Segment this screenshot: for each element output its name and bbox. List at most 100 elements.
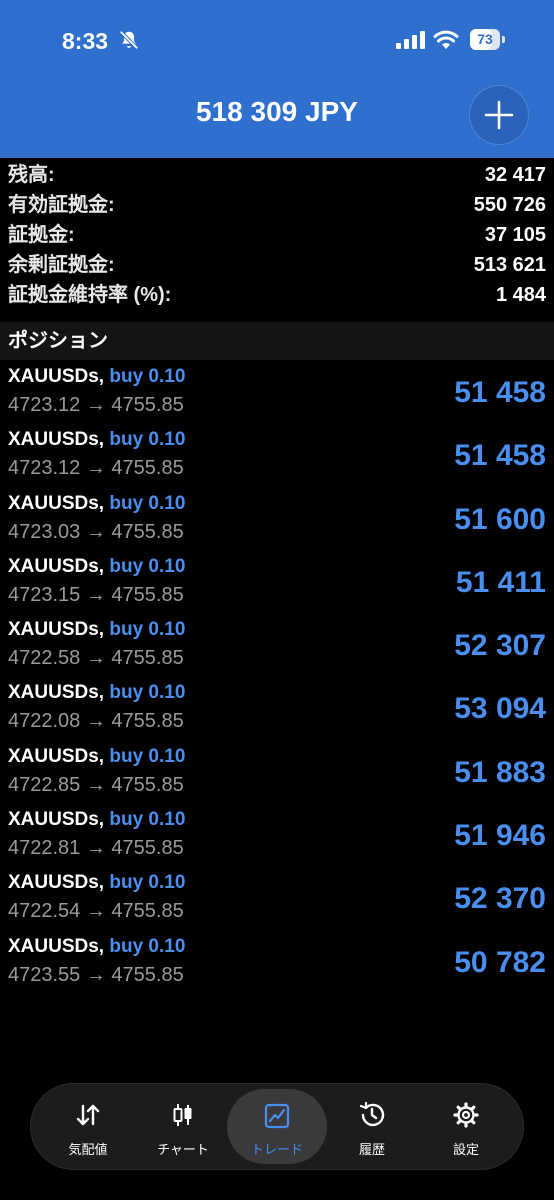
symbol-text: XAUUSDs, (8, 872, 105, 894)
position-prices: 4723.55 → 4755.85 (8, 963, 184, 986)
symbol-text: XAUUSDs, (8, 492, 105, 514)
position-symbol: XAUUSDs, buy 0.10 (8, 366, 185, 388)
tab-label: 気配値 (68, 1142, 108, 1157)
symbol-text: XAUUSDs, (8, 935, 105, 957)
tab-history[interactable]: 履歴 (322, 1083, 422, 1170)
battery-nub (502, 36, 505, 43)
position-side: buy 0.10 (109, 429, 186, 451)
summary-label: 余剰証拠金: (8, 254, 115, 276)
summary-row-free-margin: 余剰証拠金: 513 621 (0, 250, 554, 280)
summary-value: 37 105 (484, 224, 546, 246)
candlestick-chart-icon (173, 1104, 192, 1126)
account-summary: 残高: 32 417 有効証拠金: 550 726 証拠金: 37 105 余剰… (0, 160, 554, 310)
positions-title: ポジション (8, 330, 108, 352)
position-prices: 4723.12 → 4755.85 (8, 394, 184, 416)
trade-chart-icon (264, 1103, 290, 1129)
summary-row-margin: 証拠金: 37 105 (0, 220, 554, 250)
position-prices: 4722.85 → 4755.85 (8, 773, 184, 796)
bottom-tab-bar: 気配値 チャート トレード 履歴 設定 (30, 1083, 524, 1170)
summary-label: 証拠金: (8, 224, 75, 246)
position-prices: 4723.15 → 4755.85 (8, 583, 184, 606)
signal-icon (396, 31, 425, 49)
position-prices: 4722.81 → 4755.85 (8, 837, 184, 860)
position-profit: 51 946 (454, 819, 546, 853)
position-profit: 50 782 (454, 945, 546, 979)
summary-row-margin-level: 証拠金維持率 (%): 1 484 (0, 280, 554, 310)
position-symbol: XAUUSDs, buy 0.10 (8, 619, 185, 641)
quotes-arrows-icon (76, 1104, 100, 1126)
bell-slash-icon (119, 30, 139, 50)
position-side: buy 0.10 (109, 366, 186, 387)
status-time: 8:33 (62, 28, 109, 54)
position-profit: 51 458 (454, 439, 546, 473)
position-side: buy 0.10 (109, 555, 186, 577)
battery-icon: 73 (470, 29, 506, 50)
symbol-text: XAUUSDs, (8, 619, 105, 641)
position-row[interactable]: XAUUSDs, buy 0.10 4722.54 → 4755.85 52 3… (0, 868, 554, 931)
summary-label: 有効証拠金: (8, 194, 115, 216)
header-bar: 8:33 73 518 309 JPY (0, 0, 554, 158)
position-row[interactable]: XAUUSDs, buy 0.10 4723.55 → 4755.85 50 7… (0, 932, 554, 995)
position-row[interactable]: XAUUSDs, buy 0.10 4723.15 → 4755.85 51 4… (0, 552, 554, 615)
position-prices: 4723.12 → 4755.85 (8, 457, 184, 480)
symbol-text: XAUUSDs, (8, 682, 105, 704)
position-row[interactable]: XAUUSDs, buy 0.10 4723.03 → 4755.85 51 6… (0, 489, 554, 552)
summary-value: 1 484 (495, 284, 546, 306)
summary-row-equity: 有効証拠金: 550 726 (0, 190, 554, 220)
symbol-text: XAUUSDs, (8, 745, 105, 767)
position-profit: 52 370 (454, 882, 546, 916)
position-row[interactable]: XAUUSDs, buy 0.10 4722.08 → 4755.85 53 0… (0, 678, 554, 741)
position-profit: 53 094 (454, 692, 546, 726)
position-row[interactable]: XAUUSDs, buy 0.10 4722.81 → 4755.85 51 9… (0, 805, 554, 868)
position-symbol: XAUUSDs, buy 0.10 (8, 936, 185, 958)
position-side: buy 0.10 (109, 809, 186, 831)
position-symbol: XAUUSDs, buy 0.10 (8, 872, 185, 894)
summary-value: 550 726 (473, 194, 546, 216)
tab-label: 履歴 (358, 1142, 385, 1157)
position-profit: 51 600 (454, 502, 546, 536)
position-prices: 4722.54 → 4755.85 (8, 900, 184, 923)
symbol-text: XAUUSDs, (8, 555, 105, 577)
tab-label: トレード (250, 1142, 303, 1157)
position-side: buy 0.10 (109, 745, 186, 767)
tab-label: チャート (157, 1142, 209, 1157)
position-row[interactable]: XAUUSDs, buy 0.10 4723.12 → 4755.85 51 4… (0, 425, 554, 488)
summary-row-balance: 残高: 32 417 (0, 160, 554, 190)
position-side: buy 0.10 (109, 872, 186, 894)
symbol-text: XAUUSDs, (8, 809, 105, 831)
battery-percentage: 73 (477, 31, 493, 47)
symbol-text: XAUUSDs, (8, 429, 105, 451)
positions-list: XAUUSDs, buy 0.10 4723.12 → 4755.85 51 4… (0, 362, 554, 995)
position-symbol: XAUUSDs, buy 0.10 (8, 746, 185, 768)
position-side: buy 0.10 (109, 935, 186, 957)
position-side: buy 0.10 (109, 492, 186, 514)
position-prices: 4723.03 → 4755.85 (8, 520, 184, 543)
tab-chart[interactable]: チャート (133, 1083, 233, 1170)
position-profit: 51 411 (455, 565, 546, 599)
positions-section-header: ポジション (0, 322, 554, 360)
tab-trade[interactable]: トレード (227, 1089, 327, 1164)
position-symbol: XAUUSDs, buy 0.10 (8, 682, 185, 704)
summary-value: 32 417 (484, 164, 546, 186)
position-symbol: XAUUSDs, buy 0.10 (8, 809, 185, 831)
add-order-button[interactable] (469, 85, 529, 145)
tab-quotes[interactable]: 気配値 (38, 1083, 138, 1170)
position-row[interactable]: XAUUSDs, buy 0.10 4722.58 → 4755.85 52 3… (0, 615, 554, 678)
symbol-text: XAUUSDs, (8, 366, 105, 387)
position-side: buy 0.10 (109, 682, 186, 704)
position-prices: 4722.58 → 4755.85 (8, 647, 184, 670)
position-row[interactable]: XAUUSDs, buy 0.10 4722.85 → 4755.85 51 8… (0, 742, 554, 805)
tab-settings[interactable]: 設定 (416, 1083, 516, 1170)
position-symbol: XAUUSDs, buy 0.10 (8, 556, 185, 578)
summary-value: 513 621 (473, 254, 546, 276)
summary-label: 残高: (8, 164, 55, 186)
position-prices: 4722.08 → 4755.85 (8, 710, 184, 733)
position-profit: 52 307 (454, 629, 546, 663)
position-symbol: XAUUSDs, buy 0.10 (8, 493, 185, 515)
position-symbol: XAUUSDs, buy 0.10 (8, 429, 185, 451)
position-profit: 51 883 (454, 755, 546, 789)
tab-label: 設定 (452, 1142, 479, 1157)
position-row[interactable]: XAUUSDs, buy 0.10 4723.12 → 4755.85 51 4… (0, 362, 554, 425)
wifi-icon (433, 30, 459, 49)
history-clock-icon (359, 1101, 385, 1127)
